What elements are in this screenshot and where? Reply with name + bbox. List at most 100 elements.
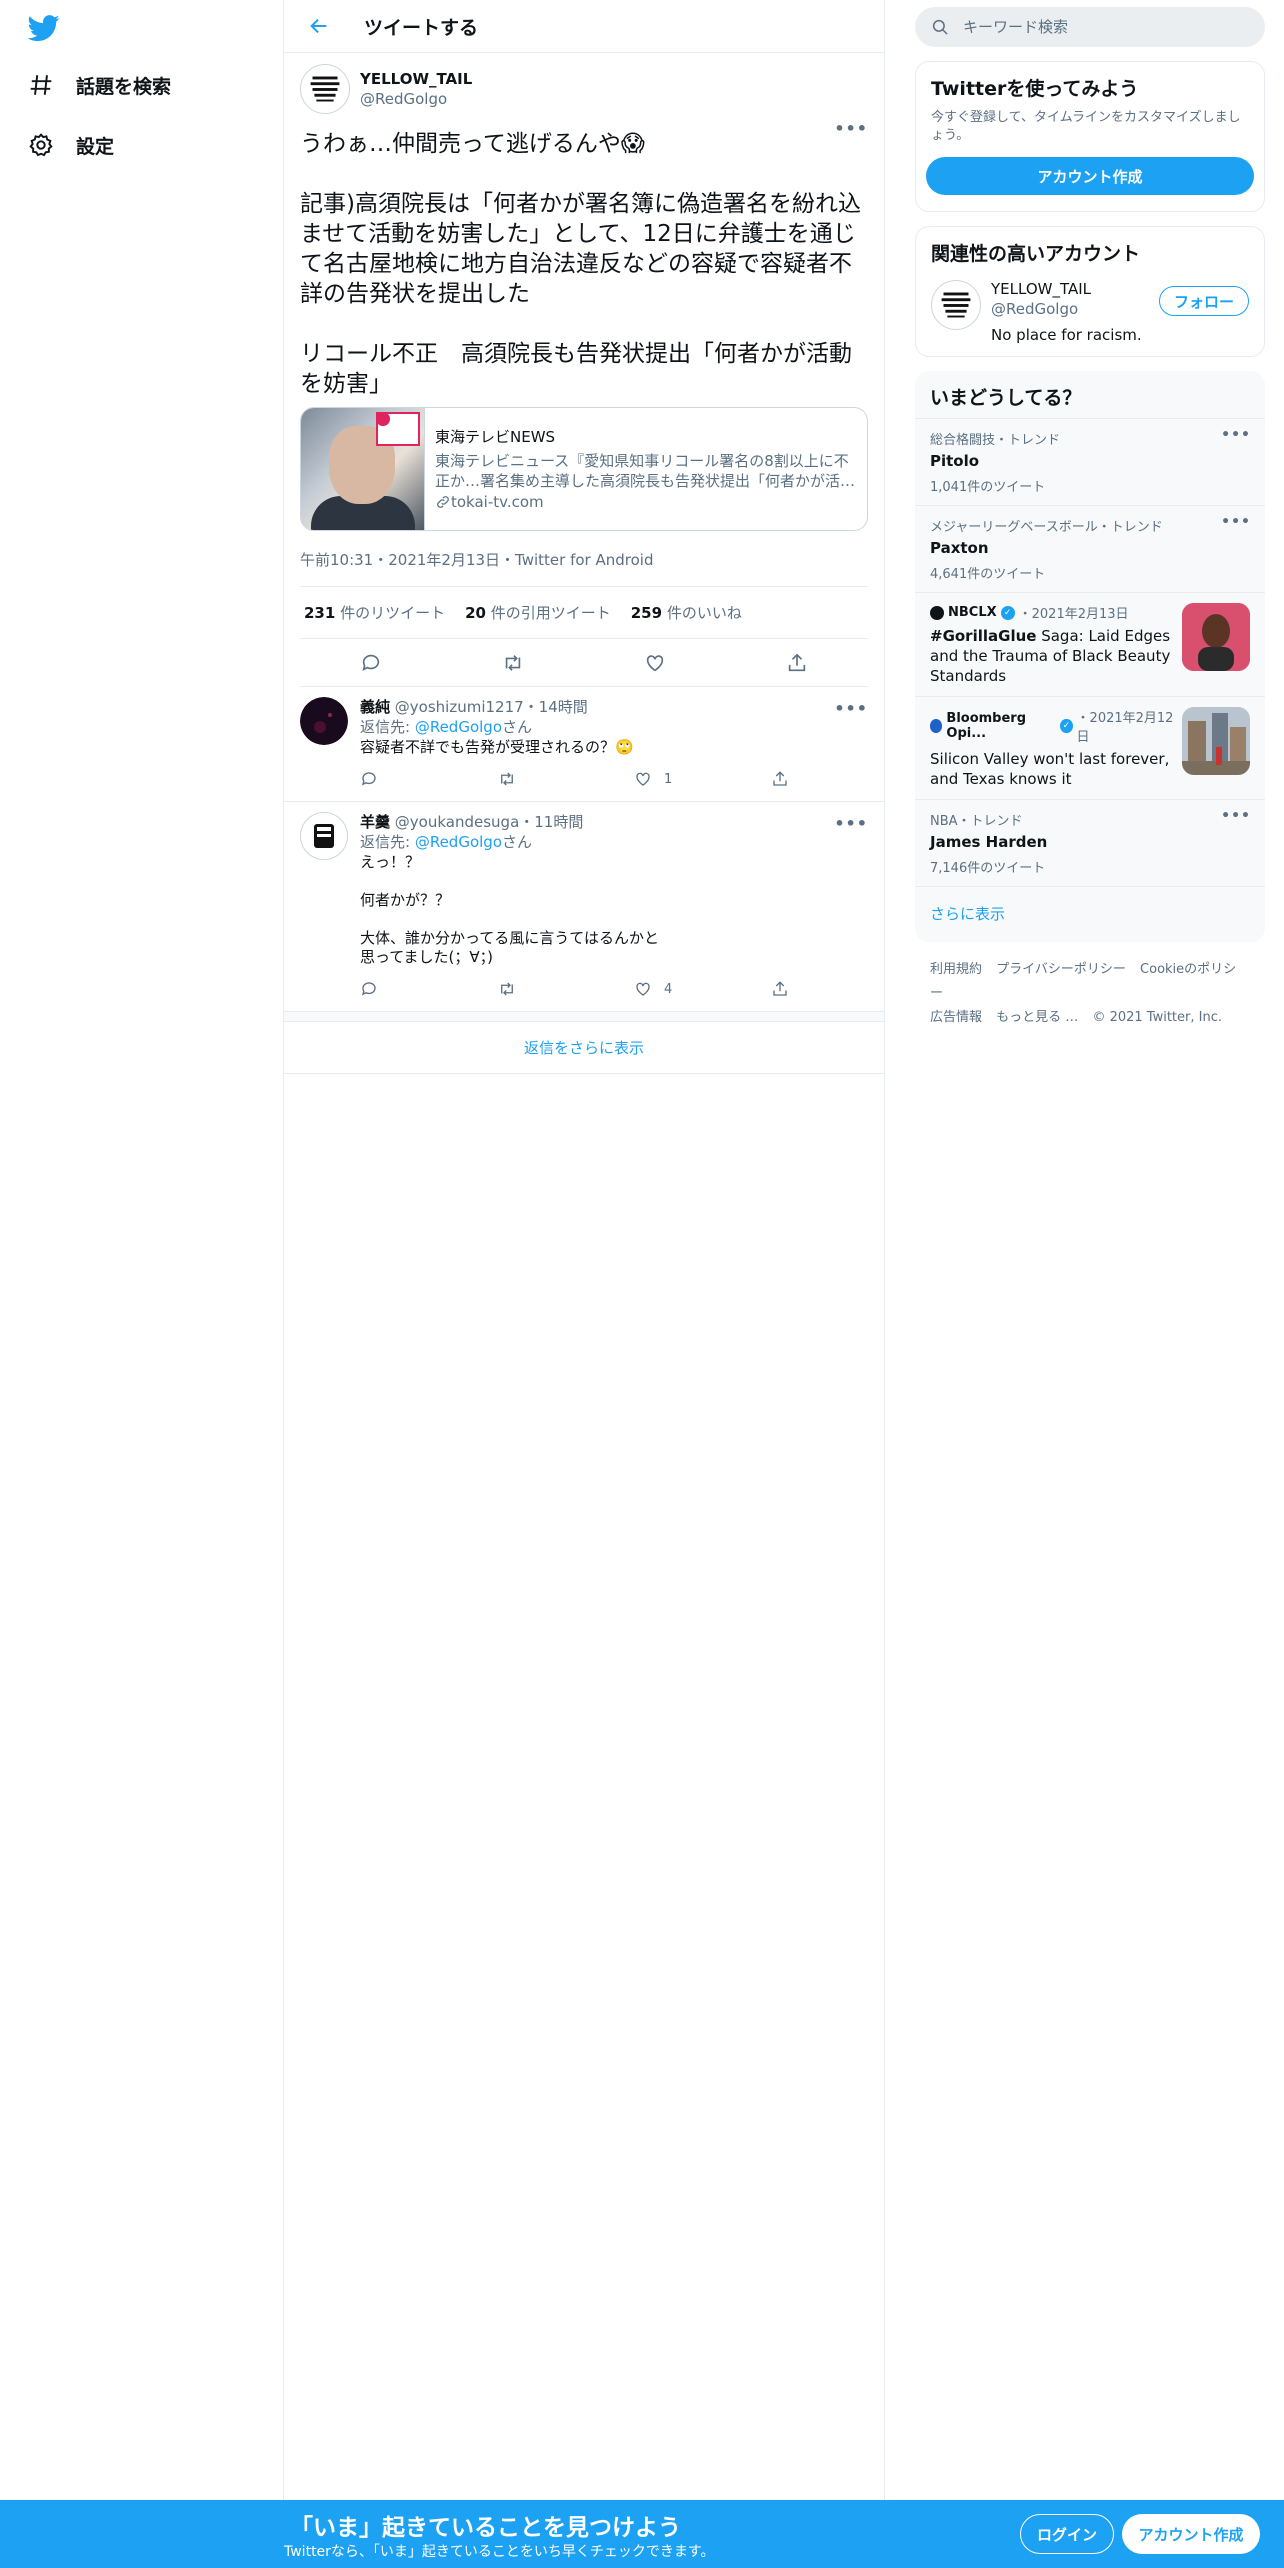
nbclx-logo-icon bbox=[930, 605, 944, 620]
reply-icon[interactable] bbox=[360, 980, 497, 998]
share-icon[interactable] bbox=[771, 770, 908, 788]
search-input[interactable] bbox=[963, 18, 1223, 36]
reply-author-handle[interactable]: @youkandesuga・11時間 bbox=[395, 813, 584, 831]
share-icon[interactable] bbox=[780, 646, 814, 680]
like-icon[interactable] bbox=[638, 646, 672, 680]
gear-icon bbox=[29, 133, 53, 157]
footer-link[interactable]: もっと見る … bbox=[996, 1010, 1078, 1025]
mention-link[interactable]: @RedGolgo bbox=[415, 833, 502, 851]
trend-item[interactable]: 総合格闘技・トレンド Pitolo 1,041件のツイート ••• bbox=[915, 418, 1265, 505]
account-bio: No place for racism. bbox=[991, 326, 1142, 344]
nav-settings[interactable]: 設定 bbox=[28, 120, 114, 170]
reply-tweet[interactable]: 義純 @yoshizumi1217・14時間 返信先: @RedGolgoさん … bbox=[284, 687, 884, 802]
twitter-logo-icon[interactable] bbox=[27, 12, 64, 48]
related-accounts-panel: 関連性の高いアカウント YELLOW_TAIL @RedGolgo No pla… bbox=[915, 226, 1265, 357]
reply-tweet[interactable]: 羊羹 @youkandesuga・11時間 返信先: @RedGolgoさん え… bbox=[284, 802, 884, 1012]
like-icon[interactable]: 4 bbox=[634, 980, 771, 998]
related-account[interactable]: YELLOW_TAIL @RedGolgo No place for racis… bbox=[916, 274, 1264, 356]
signup-button[interactable]: アカウント作成 bbox=[1122, 2514, 1260, 2554]
avatar[interactable] bbox=[300, 697, 348, 745]
copyright: © 2021 Twitter, Inc. bbox=[1092, 1010, 1222, 1025]
more-options-icon[interactable]: ••• bbox=[834, 814, 868, 833]
signup-panel: Twitterを使ってみよう 今すぐ登録して、タイムラインをカスタマイズしましょ… bbox=[915, 61, 1265, 212]
more-options-icon[interactable]: ••• bbox=[1221, 427, 1251, 443]
reply-author-name[interactable]: 羊羹 bbox=[360, 813, 390, 831]
news-source: NBCLX ✓ ・2021年2月13日 bbox=[930, 603, 1174, 622]
tweet-stats: 231 件のリツイート 20 件の引用ツイート 259 件のいいね bbox=[300, 587, 868, 639]
footer-link[interactable]: プライバシーポリシー bbox=[996, 962, 1126, 977]
show-more-trends-link[interactable]: さらに表示 bbox=[915, 886, 1265, 942]
footer-link[interactable]: 利用規約 bbox=[930, 962, 982, 977]
link-icon bbox=[437, 496, 449, 508]
trend-item[interactable]: メジャーリーグベースボール・トレンド Paxton 4,641件のツイート ••… bbox=[915, 505, 1265, 592]
retweets-stat[interactable]: 231 件のリツイート bbox=[304, 602, 445, 623]
signup-title: Twitterを使ってみよう bbox=[931, 78, 1139, 100]
card-title: 東海テレビNEWS bbox=[435, 428, 556, 446]
reply-author-handle[interactable]: @yoshizumi1217・14時間 bbox=[395, 698, 588, 716]
left-navigation: 話題を検索 設定 bbox=[0, 0, 284, 2500]
quotes-stat[interactable]: 20 件の引用ツイート bbox=[465, 602, 611, 623]
reply-author-name[interactable]: 義純 bbox=[360, 698, 390, 716]
reply-icon[interactable] bbox=[360, 770, 497, 788]
likes-stat[interactable]: 259 件のいいね bbox=[631, 602, 742, 623]
tweet-author[interactable]: YELLOW_TAIL @RedGolgo bbox=[300, 63, 868, 115]
share-icon[interactable] bbox=[771, 980, 908, 998]
news-item[interactable]: NBCLX ✓ ・2021年2月13日 #GorillaGlue Saga: L… bbox=[915, 592, 1265, 696]
author-name[interactable]: YELLOW_TAIL bbox=[360, 70, 472, 88]
main-header: ツイートする bbox=[284, 0, 884, 53]
author-handle[interactable]: @RedGolgo bbox=[360, 90, 472, 108]
mention-link[interactable]: @RedGolgo bbox=[415, 718, 502, 736]
replying-to: 返信先: @RedGolgoさん bbox=[360, 833, 533, 851]
news-thumbnail bbox=[1182, 707, 1250, 775]
avatar[interactable] bbox=[300, 812, 348, 860]
footer-link[interactable]: 広告情報 bbox=[930, 1010, 982, 1025]
reply-actions: 1 bbox=[360, 767, 908, 791]
search-bar[interactable] bbox=[915, 7, 1265, 47]
right-sidebar: Twitterを使ってみよう 今すぐ登録して、タイムラインをカスタマイズしましょ… bbox=[915, 0, 1265, 1046]
nav-settings-label: 設定 bbox=[76, 135, 115, 158]
trend-item[interactable]: NBA・トレンド James Harden 7,146件のツイート ••• bbox=[915, 799, 1265, 886]
bottom-bar-subtitle: Twitterなら、「いま」起きていることをいち早くチェックできます。 bbox=[284, 2544, 715, 2560]
retweet-icon[interactable] bbox=[497, 980, 634, 998]
avatar[interactable] bbox=[300, 64, 350, 114]
follow-button[interactable]: フォロー bbox=[1158, 286, 1249, 316]
show-more-replies-link[interactable]: 返信をさらに表示 bbox=[284, 1022, 884, 1074]
bottom-bar-title: 「いま」起きていることを見つけよう bbox=[290, 2515, 681, 2541]
create-account-button[interactable]: アカウント作成 bbox=[926, 157, 1254, 195]
tweet-timestamp[interactable]: 午前10:31・2021年2月13日・Twitter for Android bbox=[300, 549, 868, 587]
signup-subtitle: 今すぐ登録して、タイムラインをカスタマイズしましょう。 bbox=[931, 110, 1241, 143]
trends-title: いまどうしてる？ bbox=[930, 387, 1082, 409]
more-options-icon[interactable]: ••• bbox=[834, 119, 868, 138]
reply-actions: 4 bbox=[360, 977, 908, 1001]
tweet-actions bbox=[300, 639, 868, 687]
related-title: 関連性の高いアカウント bbox=[931, 243, 1141, 265]
link-card[interactable]: 東海テレビNEWS 東海テレビニュース『愛知県知事リコール署名の8割以上に不正か… bbox=[300, 407, 868, 531]
like-icon[interactable]: 1 bbox=[634, 770, 771, 788]
page-title: ツイートする bbox=[364, 16, 479, 39]
more-options-icon[interactable]: ••• bbox=[834, 699, 868, 718]
divider bbox=[284, 1012, 884, 1022]
retweet-icon[interactable] bbox=[497, 770, 634, 788]
account-name[interactable]: YELLOW_TAIL bbox=[991, 280, 1142, 298]
card-domain: tokai-tv.com bbox=[435, 493, 855, 511]
account-handle[interactable]: @RedGolgo bbox=[991, 300, 1142, 318]
news-thumbnail bbox=[1182, 603, 1250, 671]
login-button[interactable]: ログイン bbox=[1020, 2514, 1114, 2554]
back-arrow-icon[interactable] bbox=[304, 11, 334, 41]
search-icon bbox=[932, 19, 948, 35]
news-item[interactable]: Bloomberg Opi... ✓ ・2021年2月12日 Silicon V… bbox=[915, 696, 1265, 799]
news-source: Bloomberg Opi... ✓ ・2021年2月12日 bbox=[930, 707, 1174, 745]
avatar[interactable] bbox=[931, 280, 981, 330]
verified-badge-icon: ✓ bbox=[1060, 719, 1073, 733]
card-thumbnail bbox=[301, 408, 425, 530]
nav-explore[interactable]: 話題を検索 bbox=[28, 60, 171, 110]
more-options-icon[interactable]: ••• bbox=[1221, 514, 1251, 530]
reply-icon[interactable] bbox=[354, 646, 388, 680]
more-options-icon[interactable]: ••• bbox=[1221, 808, 1251, 824]
news-title: Silicon Valley won't last forever, and T… bbox=[930, 750, 1170, 788]
reply-text: 容疑者不詳でも告発が受理されるの？🙄 bbox=[360, 738, 634, 756]
bloomberg-logo-icon bbox=[930, 719, 943, 733]
main-column: ツイートする YELLOW_TAIL @RedGolgo ••• うわぁ…仲間売… bbox=[284, 0, 885, 2500]
retweet-icon[interactable] bbox=[496, 646, 530, 680]
trends-panel: いまどうしてる？ 総合格闘技・トレンド Pitolo 1,041件のツイート •… bbox=[915, 371, 1265, 942]
